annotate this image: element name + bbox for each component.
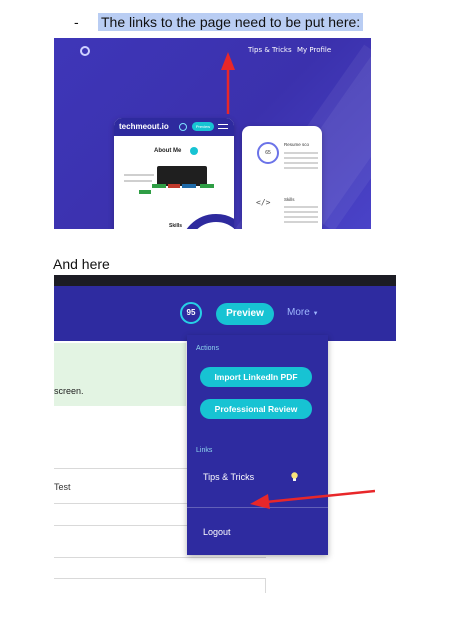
score-ring: 65 (257, 142, 279, 164)
mini-score-badge (179, 123, 187, 131)
menu-icon (218, 124, 228, 129)
field-border (265, 578, 266, 593)
text-line (284, 206, 318, 208)
text-line (124, 180, 152, 182)
text-line (284, 221, 318, 223)
screenshot-more-menu: 95 Preview More ▼ screen. Test Actions I… (54, 275, 396, 593)
links-header: Links (196, 447, 213, 454)
skills-label: Skills (169, 223, 183, 229)
professional-review-button[interactable]: Professional Review (200, 399, 312, 419)
tips-and-tricks-link[interactable]: Tips & Tricks (203, 472, 254, 482)
red-arrow-icon (250, 489, 375, 509)
chevron-down-icon: ▼ (312, 311, 319, 317)
more-menu-button[interactable]: More ▼ (287, 307, 319, 318)
code-icon: </> (256, 198, 271, 207)
lightbulb-icon (291, 472, 298, 481)
text-line (284, 216, 318, 218)
text-line (284, 211, 318, 213)
score-arc (180, 214, 234, 229)
highlight-segment (200, 184, 214, 188)
logo-ring-icon[interactable] (80, 46, 90, 56)
more-label: More (287, 307, 310, 318)
banner-text-fragment: screen. (54, 386, 84, 396)
resume-score-title: Resume sco (284, 142, 310, 147)
text-line (284, 162, 318, 164)
info-icon (190, 147, 198, 155)
resume-score-card: Resume sco 65 </> Skills (242, 126, 322, 229)
text-line (284, 157, 318, 159)
about-me-title: About Me (154, 148, 182, 154)
highlight-segment (182, 184, 196, 188)
logout-link[interactable]: Logout (203, 527, 231, 537)
import-linkedin-button[interactable]: Import LinkedIn PDF (200, 367, 312, 387)
field-value-fragment[interactable]: Test (54, 482, 71, 492)
text-line (284, 152, 318, 154)
text-line (124, 174, 154, 176)
tooltip-box (157, 166, 207, 186)
screenshot-home-page: Tips & Tricks My Profile techmeout.io Pr… (54, 38, 371, 229)
highlight-segment (168, 184, 180, 188)
info-banner (54, 343, 186, 406)
text-line (284, 167, 318, 169)
card-header: techmeout.io Preview (114, 118, 234, 136)
actions-header: Actions (196, 345, 219, 352)
preview-button[interactable]: Preview (216, 303, 274, 325)
bullet-marker: - (74, 14, 79, 30)
profile-card-preview: techmeout.io Preview About Me Skills (114, 118, 234, 229)
skills-side-title: Skills (284, 197, 295, 202)
red-arrow-icon (221, 52, 235, 114)
intro-text: The links to the page need to be put her… (98, 13, 364, 31)
field-border (54, 578, 266, 579)
more-dropdown-menu: Actions Import LinkedIn PDF Professional… (187, 335, 328, 555)
nav-link-tips[interactable]: Tips & Tricks (248, 46, 292, 54)
brand-name: techmeout.io (119, 122, 169, 131)
highlight-segment (152, 184, 166, 188)
field-border (54, 557, 266, 558)
score-badge[interactable]: 95 (180, 302, 202, 324)
browser-chrome-strip (54, 275, 396, 286)
mini-preview-button: Preview (192, 122, 214, 131)
highlight-segment (139, 190, 151, 194)
nav-link-profile[interactable]: My Profile (297, 46, 331, 54)
caption-and-here: And here (53, 256, 110, 272)
